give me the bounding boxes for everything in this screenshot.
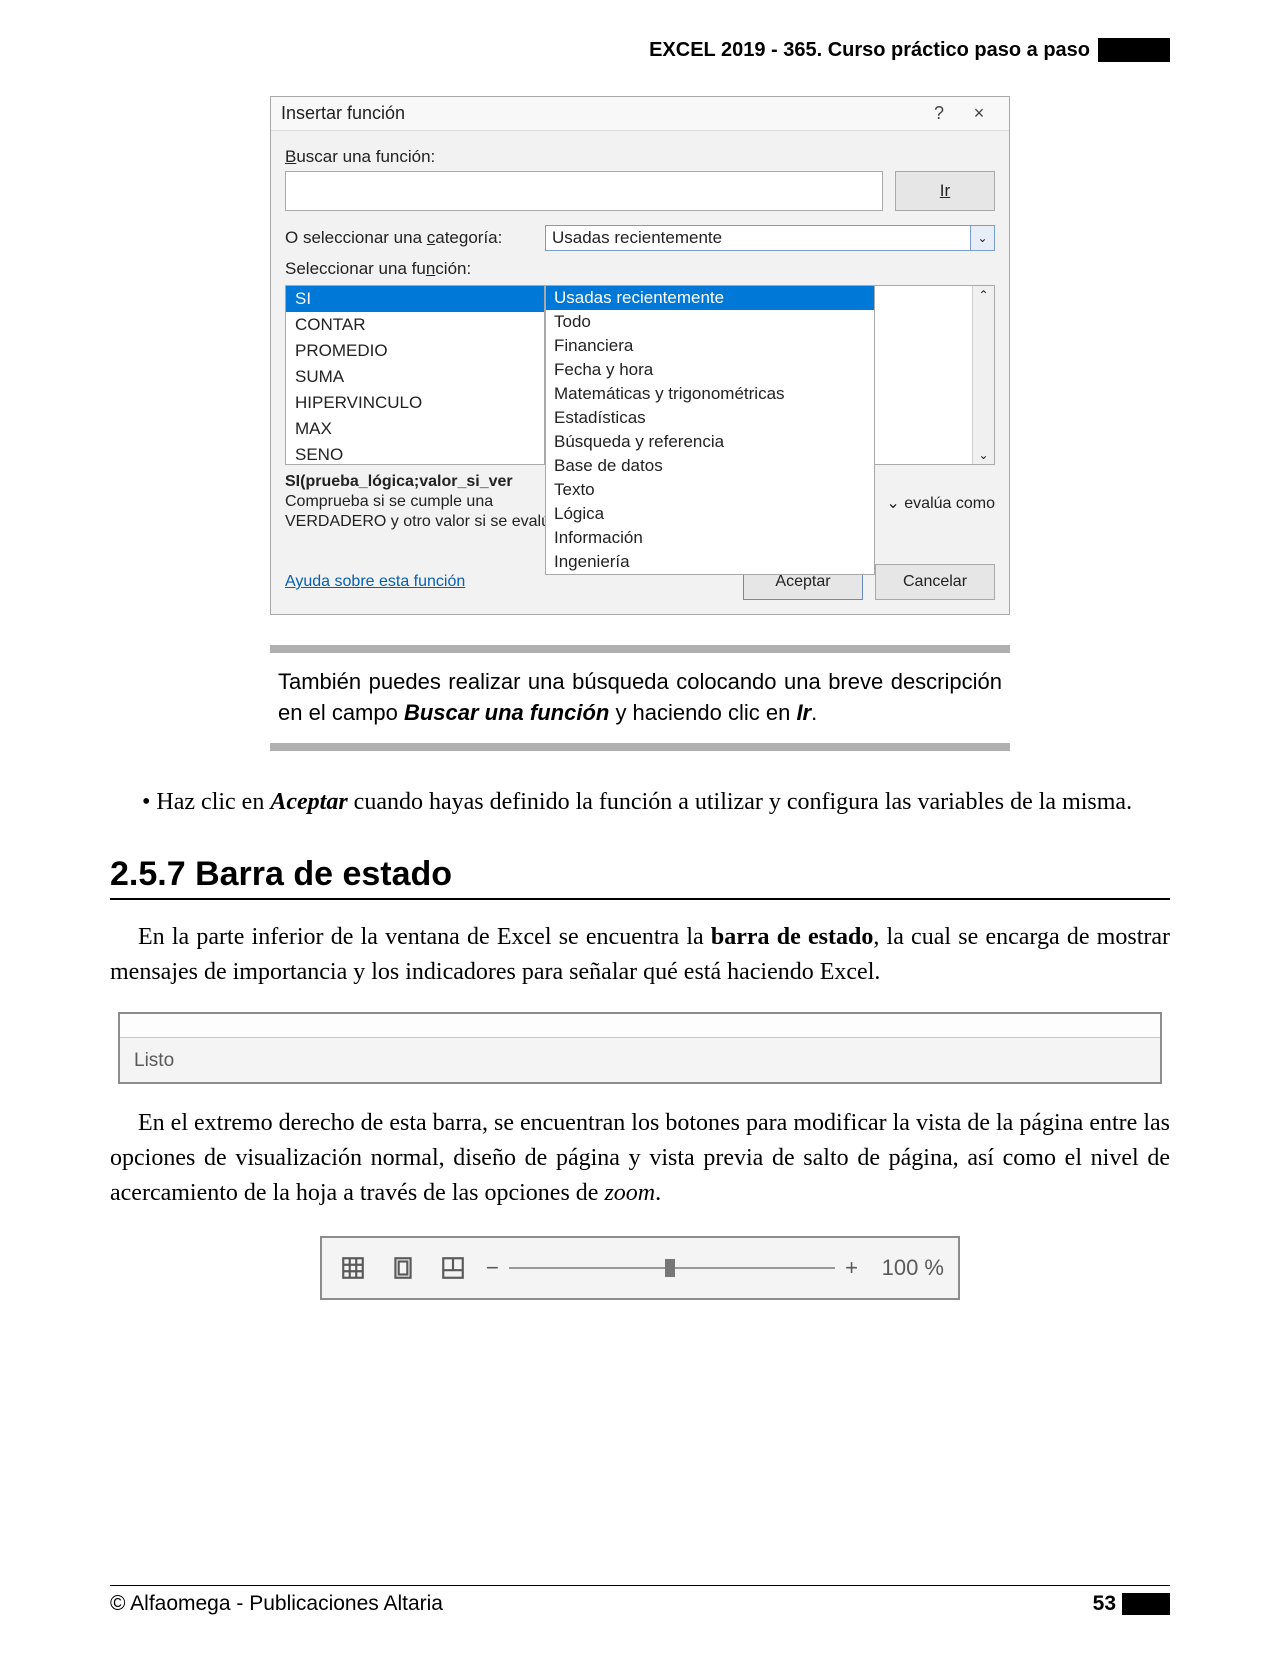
- page-header: EXCEL 2019 - 365. Curso práctico paso a …: [110, 38, 1170, 62]
- header-deco-block: [1098, 38, 1170, 62]
- zoom-percent[interactable]: 100 %: [874, 1255, 944, 1281]
- dropdown-option[interactable]: Estadísticas: [546, 406, 874, 430]
- scrollbar[interactable]: ⌃ ⌄: [972, 286, 994, 464]
- cancel-button[interactable]: Cancelar: [875, 564, 995, 600]
- dropdown-option[interactable]: Base de datos: [546, 454, 874, 478]
- dropdown-option[interactable]: Texto: [546, 478, 874, 502]
- help-link[interactable]: Ayuda sobre esta función: [285, 573, 465, 591]
- view-page-break-icon[interactable]: [436, 1251, 470, 1285]
- list-item[interactable]: SENO: [286, 442, 544, 468]
- list-item[interactable]: SUMA: [286, 364, 544, 390]
- function-description-line1: Comprueba si se cumple una: [285, 493, 493, 513]
- publisher-label: © Alfaomega - Publicaciones Altaria: [110, 1592, 443, 1616]
- category-value: Usadas recientemente: [552, 228, 722, 248]
- status-bar-top-strip: [120, 1014, 1160, 1038]
- dropdown-option[interactable]: Matemáticas y trigonométricas: [546, 382, 874, 406]
- page-footer: © Alfaomega - Publicaciones Altaria 53: [110, 1585, 1170, 1616]
- chevron-down-icon[interactable]: ⌄: [970, 226, 994, 250]
- zoom-slider[interactable]: − +: [486, 1255, 858, 1281]
- body-paragraph: En la parte inferior de la ventana de Ex…: [110, 920, 1170, 990]
- view-normal-icon[interactable]: [336, 1251, 370, 1285]
- list-item[interactable]: HIPERVINCULO: [286, 390, 544, 416]
- zoom-slider-track[interactable]: [509, 1267, 835, 1269]
- section-heading: 2.5.7 Barra de estado: [110, 855, 1170, 900]
- zoom-in-icon[interactable]: +: [845, 1255, 858, 1281]
- insert-function-dialog: Insertar función ? × Buscar una función:…: [270, 96, 1010, 615]
- search-label: Buscar una función:: [285, 147, 995, 167]
- dialog-title-text: Insertar función: [281, 103, 919, 124]
- dropdown-option[interactable]: Búsqueda y referencia: [546, 430, 874, 454]
- dialog-titlebar[interactable]: Insertar función ? ×: [271, 97, 1009, 131]
- page-number: 53: [1093, 1592, 1116, 1616]
- list-item[interactable]: SI: [286, 286, 544, 312]
- bullet-item: Haz clic en Aceptar cuando hayas definid…: [110, 785, 1170, 820]
- dropdown-option[interactable]: Usadas recientemente: [546, 286, 874, 310]
- function-description-trail: ⌄ evalúa como: [878, 493, 995, 513]
- dropdown-option[interactable]: Lógica: [546, 502, 874, 526]
- category-select[interactable]: Usadas recientemente ⌄: [545, 225, 995, 251]
- category-dropdown-open[interactable]: Usadas recientemente Todo Financiera Fec…: [545, 285, 875, 575]
- go-button[interactable]: Ir: [895, 171, 995, 211]
- function-list[interactable]: SI CONTAR PROMEDIO SUMA HIPERVINCULO MAX…: [285, 285, 545, 465]
- help-icon[interactable]: ?: [919, 103, 959, 124]
- status-bar-screenshot: Listo: [118, 1012, 1162, 1084]
- book-title: EXCEL 2019 - 365. Curso práctico paso a …: [649, 39, 1090, 62]
- view-page-layout-icon[interactable]: [386, 1251, 420, 1285]
- footer-deco-block: [1122, 1593, 1170, 1615]
- dropdown-option[interactable]: Fecha y hora: [546, 358, 874, 382]
- dropdown-option[interactable]: Financiera: [546, 334, 874, 358]
- search-input[interactable]: [285, 171, 883, 211]
- list-item[interactable]: CONTAR: [286, 312, 544, 338]
- body-paragraph: En el extremo derecho de esta barra, se …: [110, 1106, 1170, 1210]
- dropdown-option[interactable]: Información: [546, 526, 874, 550]
- dropdown-option[interactable]: Todo: [546, 310, 874, 334]
- list-item[interactable]: MAX: [286, 416, 544, 442]
- list-item[interactable]: PROMEDIO: [286, 338, 544, 364]
- status-ready-label: Listo: [134, 1050, 174, 1072]
- function-list-label: Seleccionar una función:: [285, 259, 995, 279]
- zoom-bar-screenshot: − + 100 %: [320, 1236, 960, 1300]
- close-icon[interactable]: ×: [959, 103, 999, 124]
- zoom-slider-thumb[interactable]: [665, 1259, 675, 1277]
- category-label: O seleccionar una categoría:: [285, 228, 545, 248]
- tip-box: También puedes realizar una búsqueda col…: [270, 645, 1010, 751]
- scroll-down-icon[interactable]: ⌄: [978, 448, 988, 462]
- dropdown-option[interactable]: Ingeniería: [546, 550, 874, 574]
- scroll-up-icon[interactable]: ⌃: [978, 288, 988, 302]
- zoom-out-icon[interactable]: −: [486, 1255, 499, 1281]
